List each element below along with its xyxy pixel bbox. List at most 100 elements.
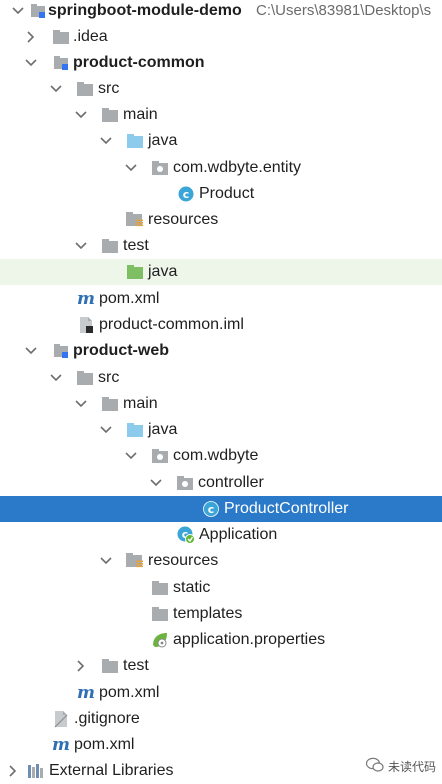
- tree-row-java[interactable]: java: [0, 128, 442, 154]
- maven-icon: m: [77, 289, 95, 309]
- tree-row-root[interactable]: springboot-module-demo C:\Users\83981\De…: [0, 0, 442, 24]
- maven-icon: m: [52, 735, 70, 755]
- folder-icon: [151, 575, 169, 601]
- chevron-down-icon[interactable]: [149, 470, 163, 496]
- tree-row-product-web[interactable]: product-web: [0, 338, 442, 364]
- java-label: java: [148, 132, 178, 149]
- chevron-down-icon[interactable]: [49, 365, 63, 391]
- pom-web-label: pom.xml: [99, 684, 160, 701]
- package-icon: [151, 155, 169, 181]
- tree-row-src-web[interactable]: src: [0, 365, 442, 391]
- module-icon: [29, 0, 47, 24]
- product-web-label: product-web: [73, 342, 169, 359]
- tree-row-main-web[interactable]: main: [0, 391, 442, 417]
- chevron-right-icon[interactable]: [6, 758, 20, 784]
- chevron-down-icon[interactable]: [99, 548, 113, 574]
- chevron-down-icon[interactable]: [74, 102, 88, 128]
- tree-row-resources-web[interactable]: resources: [0, 548, 442, 574]
- package-entity-label: com.wdbyte.entity: [173, 159, 302, 176]
- maven-icon: m: [77, 683, 95, 703]
- watermark: 未读代码: [365, 757, 436, 776]
- gitignore-icon: [52, 706, 70, 732]
- controller-label: controller: [198, 474, 264, 491]
- tree-row-test[interactable]: test: [0, 233, 442, 259]
- tree-row-pom-web[interactable]: m pom.xml: [0, 680, 442, 706]
- pom-common-label: pom.xml: [99, 290, 160, 307]
- tree-row-static[interactable]: static: [0, 575, 442, 601]
- product-controller-label: ProductController: [224, 500, 349, 517]
- idea-label: .idea: [73, 28, 108, 45]
- tree-row-pom-common[interactable]: m pom.xml: [0, 286, 442, 312]
- tree-row-application[interactable]: c Application: [0, 522, 442, 548]
- tree-row-product-class[interactable]: c Product: [0, 181, 442, 207]
- chevron-down-icon[interactable]: [74, 391, 88, 417]
- tree-row-iml[interactable]: product-common.iml: [0, 312, 442, 338]
- chevron-right-icon[interactable]: [24, 24, 38, 50]
- chevron-down-icon[interactable]: [11, 0, 25, 24]
- src-label: src: [98, 80, 120, 97]
- tree-row-test-java[interactable]: java: [0, 259, 442, 285]
- tree-row-src[interactable]: src: [0, 76, 442, 102]
- application-label: Application: [199, 526, 278, 543]
- chevron-down-icon[interactable]: [74, 233, 88, 259]
- tree-row-package-web[interactable]: com.wdbyte: [0, 443, 442, 469]
- tree-row-java-web[interactable]: java: [0, 417, 442, 443]
- java-source-folder-icon: [126, 128, 144, 154]
- iml-label: product-common.iml: [99, 316, 244, 333]
- chevron-down-icon[interactable]: [124, 155, 138, 181]
- tree-row-gitignore[interactable]: .gitignore: [0, 706, 442, 732]
- chevron-down-icon[interactable]: [99, 128, 113, 154]
- external-libraries-label: External Libraries: [49, 762, 174, 779]
- tree-row-idea[interactable]: .idea: [0, 24, 442, 50]
- folder-icon: [76, 365, 94, 391]
- folder-icon: [151, 601, 169, 627]
- project-tree: springboot-module-demo C:\Users\83981\De…: [0, 0, 442, 784]
- tree-row-package-entity[interactable]: com.wdbyte.entity: [0, 155, 442, 181]
- class-icon: c: [177, 181, 195, 207]
- tree-row-pom-root[interactable]: m pom.xml: [0, 732, 442, 758]
- svg-text:c: c: [208, 503, 215, 516]
- tree-row-test-web[interactable]: test: [0, 653, 442, 679]
- package-icon: [151, 443, 169, 469]
- main-label: main: [123, 106, 158, 123]
- pom-root-label: pom.xml: [74, 736, 135, 753]
- static-label: static: [173, 579, 211, 596]
- test-label: test: [123, 237, 149, 254]
- library-icon: [27, 758, 45, 784]
- test-web-label: test: [123, 657, 149, 674]
- package-icon: [176, 470, 194, 496]
- tree-row-main[interactable]: main: [0, 102, 442, 128]
- chevron-down-icon[interactable]: [99, 417, 113, 443]
- folder-icon: [101, 102, 119, 128]
- svg-text:c: c: [183, 188, 190, 201]
- iml-file-icon: [77, 312, 95, 338]
- product-common-label: product-common: [73, 54, 205, 71]
- spring-app-icon: c: [177, 522, 195, 548]
- chevron-down-icon[interactable]: [24, 338, 38, 364]
- tree-row-resources[interactable]: resources: [0, 207, 442, 233]
- resources-web-label: resources: [148, 552, 219, 569]
- wechat-icon: [365, 757, 384, 776]
- package-web-label: com.wdbyte: [173, 447, 259, 464]
- chevron-down-icon[interactable]: [124, 443, 138, 469]
- tree-row-templates[interactable]: templates: [0, 601, 442, 627]
- test-source-folder-icon: [126, 259, 144, 285]
- chevron-right-icon[interactable]: [74, 653, 88, 679]
- tree-row-product-common[interactable]: product-common: [0, 50, 442, 76]
- main-web-label: main: [123, 395, 158, 412]
- module-icon: [52, 50, 70, 76]
- root-path: C:\Users\83981\Desktop\s: [256, 2, 432, 19]
- tree-row-controller[interactable]: controller: [0, 470, 442, 496]
- product-class-label: Product: [199, 185, 255, 202]
- tree-row-product-controller[interactable]: c ProductController: [0, 496, 442, 522]
- resources-folder-icon: [126, 207, 144, 233]
- module-icon: [52, 338, 70, 364]
- watermark-text: 未读代码: [387, 760, 436, 774]
- chevron-down-icon[interactable]: [49, 76, 63, 102]
- java-web-label: java: [148, 421, 178, 438]
- class-icon: c: [202, 496, 220, 522]
- folder-icon: [101, 233, 119, 259]
- chevron-down-icon[interactable]: [24, 50, 38, 76]
- tree-row-application-properties[interactable]: application.properties: [0, 627, 442, 653]
- folder-icon: [76, 76, 94, 102]
